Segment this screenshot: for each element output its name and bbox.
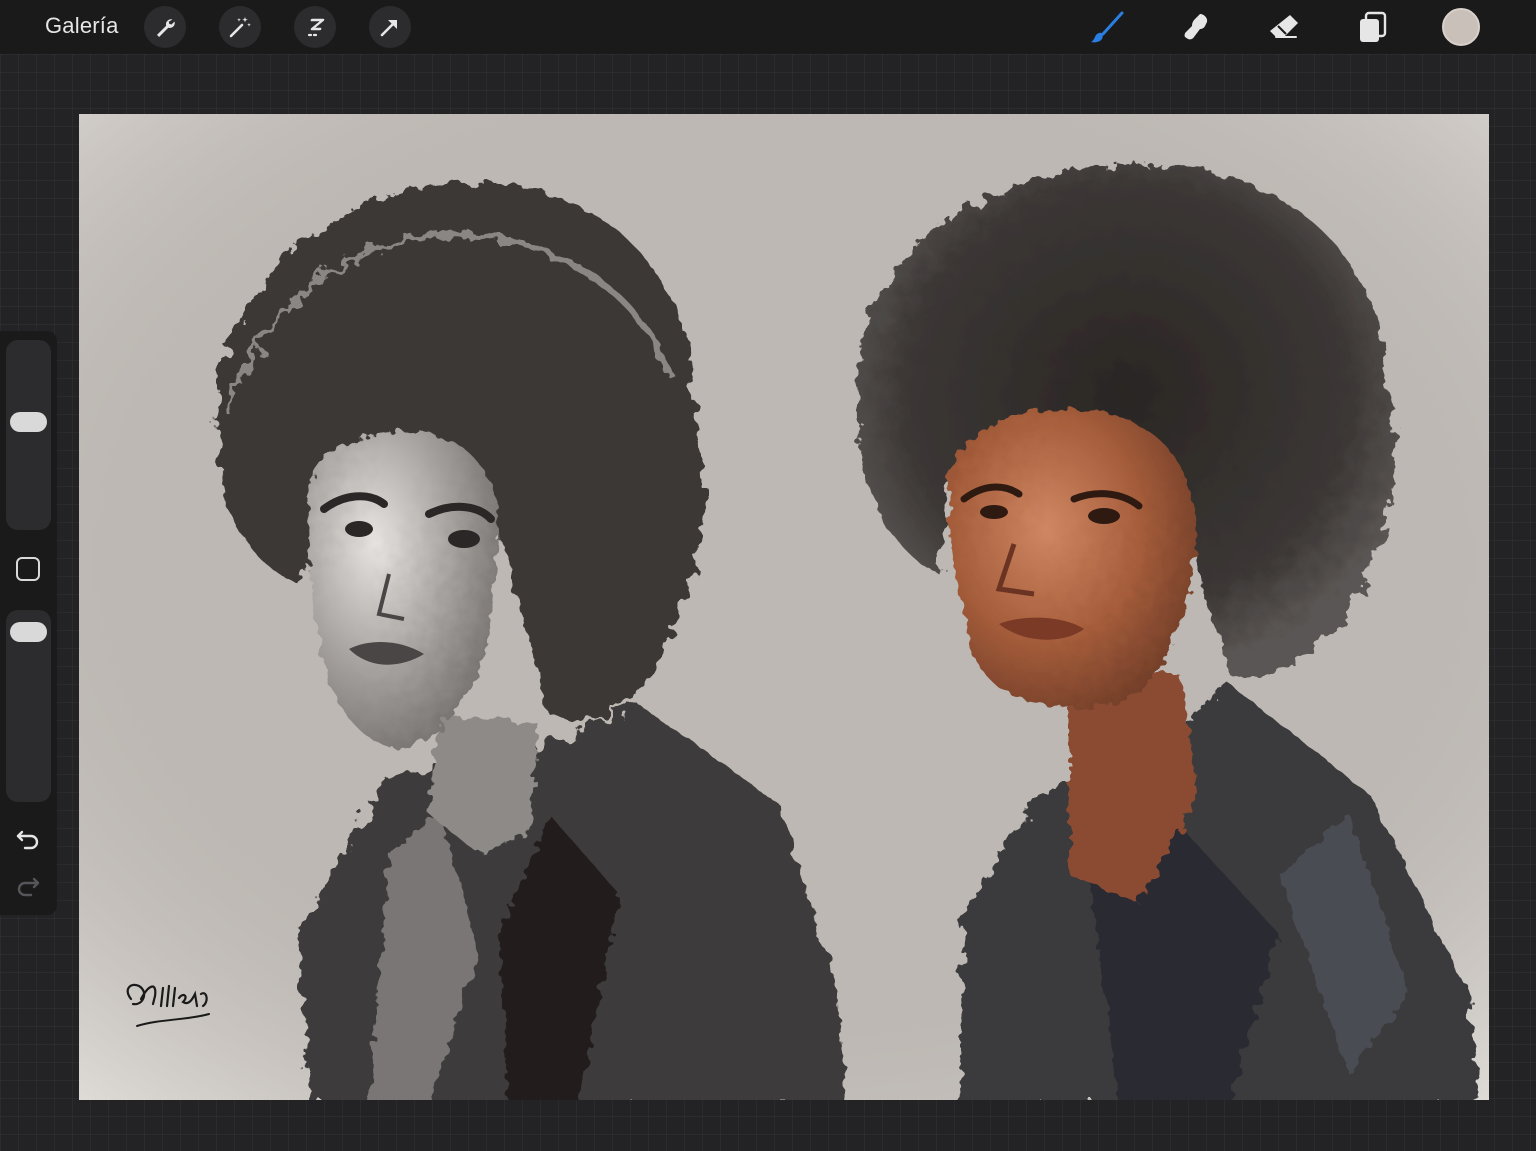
opacity-thumb[interactable]: [10, 622, 47, 643]
brush-size-thumb[interactable]: [10, 412, 47, 433]
eraser-tool[interactable]: [1262, 6, 1306, 50]
left-sidebar: [0, 331, 57, 915]
color-picker-swatch[interactable]: [1442, 8, 1480, 46]
artwork: [79, 114, 1489, 1100]
eraser-icon: [1270, 15, 1298, 38]
adjustments-magic-wand-icon: [229, 17, 251, 38]
transform-arrow-icon: [380, 20, 397, 37]
transform-button[interactable]: [369, 6, 411, 48]
redo-button[interactable]: [14, 872, 42, 900]
square-modifier-icon[interactable]: [16, 557, 40, 581]
smudge-icon: [1184, 14, 1208, 40]
brush-icon: [1091, 11, 1124, 43]
selection-button[interactable]: [294, 6, 336, 48]
opacity-slider[interactable]: [6, 610, 51, 802]
smudge-tool[interactable]: [1174, 6, 1218, 50]
redo-icon: [17, 877, 40, 897]
brush-size-slider[interactable]: [6, 340, 51, 530]
undo-button[interactable]: [14, 825, 42, 853]
layers-icon: [1360, 11, 1387, 42]
actions-wrench-icon: [157, 19, 175, 37]
actions-button[interactable]: [144, 6, 186, 48]
undo-icon: [16, 830, 39, 850]
top-toolbar: Galería: [0, 0, 1536, 54]
brush-tool[interactable]: [1085, 6, 1129, 50]
layers-tool[interactable]: [1350, 6, 1394, 50]
gallery-button[interactable]: Galería: [45, 13, 119, 39]
drawing-canvas[interactable]: [79, 114, 1489, 1100]
selection-icon: [307, 18, 325, 37]
adjustments-button[interactable]: [219, 6, 261, 48]
